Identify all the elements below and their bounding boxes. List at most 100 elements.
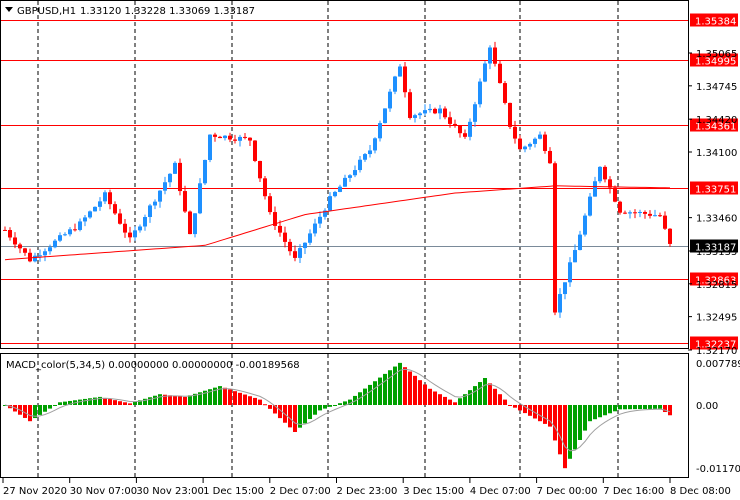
bull-candle [238, 136, 242, 141]
macd-histogram-bar [558, 405, 562, 455]
price-tick-label: 1.32495 [696, 313, 737, 324]
bear-candle [543, 134, 547, 151]
macd-histogram-bar [513, 405, 517, 408]
bear-candle [128, 232, 132, 238]
bull-candle [438, 108, 442, 114]
bear-candle [233, 139, 237, 141]
macd-histogram-bar [248, 396, 252, 405]
macd-histogram-bar [408, 371, 412, 405]
bear-candle [258, 160, 262, 179]
bull-candle [348, 175, 352, 178]
bull-candle [528, 143, 532, 147]
time-label: 30 Nov 23:00 [136, 486, 203, 497]
macd-histogram-bar [363, 388, 367, 405]
bull-candle [628, 212, 632, 214]
bear-candle [253, 140, 257, 161]
bear-candle [283, 232, 287, 242]
macd-histogram-bar [338, 403, 342, 405]
macd-histogram-bar [58, 402, 62, 405]
macd-histogram-bar [648, 405, 652, 409]
bear-candle [493, 47, 497, 64]
bull-candle [168, 173, 172, 183]
macd-histogram-bar [538, 405, 542, 422]
macd-histogram-bar [583, 405, 587, 431]
macd-histogram-bar [593, 405, 597, 420]
macd-tick-label: 0.00 [696, 401, 718, 412]
macd-histogram-bar [428, 388, 432, 405]
macd-histogram-bar [148, 397, 152, 405]
bear-candle [248, 137, 252, 141]
bull-candle [383, 108, 387, 124]
bear-candle [108, 192, 112, 205]
macd-histogram-bar [473, 386, 477, 405]
bear-candle [443, 108, 447, 118]
bull-candle [488, 47, 492, 64]
macd-histogram-bar [168, 395, 172, 405]
time-label: 7 Dec 16:00 [603, 486, 664, 497]
bull-candle [208, 134, 212, 160]
bear-candle [548, 150, 552, 164]
macd-histogram-bar [658, 405, 662, 409]
macd-histogram-bar [623, 405, 627, 410]
bull-candle [163, 182, 167, 191]
bear-candle [243, 136, 247, 138]
macd-histogram-bar [588, 405, 592, 422]
macd-histogram-bar [63, 401, 67, 405]
bull-candle [363, 154, 367, 160]
bear-candle [613, 187, 617, 202]
level-price-label: 1.35384 [695, 17, 736, 28]
macd-histogram-bar [43, 405, 47, 412]
macd-histogram-bar [268, 405, 272, 409]
macd-histogram-bar [598, 405, 602, 418]
bull-candle [338, 186, 342, 192]
bull-candle [473, 104, 477, 122]
time-label: 8 Dec 08:00 [670, 486, 731, 497]
trading-chart[interactable]: 1.353841.349951.343611.337511.328631.322… [0, 0, 740, 500]
bear-candle [448, 117, 452, 124]
bear-candle [513, 126, 517, 139]
macd-histogram-bar [123, 402, 127, 405]
bear-candle [618, 201, 622, 213]
macd-histogram-bar [498, 394, 502, 405]
macd-histogram-bar [458, 398, 462, 405]
macd-histogram-bar [288, 405, 292, 428]
bull-candle [78, 221, 82, 230]
bear-candle [498, 63, 502, 84]
bull-candle [103, 192, 107, 202]
bull-candle [523, 146, 527, 150]
bear-candle [433, 108, 437, 114]
bear-candle [188, 211, 192, 235]
bear-candle [648, 213, 652, 216]
macd-histogram-bar [438, 394, 442, 405]
macd-histogram-bar [118, 401, 122, 405]
price-tick-label: 1.32815 [696, 280, 737, 291]
bull-candle [313, 223, 317, 234]
macd-histogram-bar [48, 405, 52, 409]
bear-candle [118, 213, 122, 224]
time-label: 7 Dec 00:00 [537, 486, 598, 497]
bear-candle [228, 135, 232, 140]
macd-histogram-bar [373, 381, 377, 405]
macd-histogram-bar [228, 389, 232, 405]
macd-histogram-bar [633, 405, 637, 410]
macd-histogram-bar [493, 388, 497, 405]
bear-candle [658, 215, 662, 217]
macd-histogram-bar [38, 405, 42, 415]
macd-histogram-bar [508, 405, 512, 406]
price-tick-label: 1.35065 [696, 49, 737, 60]
macd-histogram-bar [128, 403, 132, 405]
bull-candle [48, 247, 52, 252]
bull-candle [303, 242, 307, 249]
level-price-label: 1.33751 [695, 185, 736, 196]
macd-histogram-bar [603, 405, 607, 416]
macd-histogram-bar [608, 405, 612, 414]
bear-candle [113, 204, 117, 214]
bull-candle [368, 150, 372, 155]
bull-candle [53, 240, 57, 248]
bear-candle [503, 83, 507, 103]
bull-candle [153, 201, 157, 206]
macd-histogram-bar [618, 405, 622, 410]
macd-histogram-bar [238, 392, 242, 405]
bear-candle [623, 212, 627, 214]
macd-histogram-bar [563, 405, 567, 469]
